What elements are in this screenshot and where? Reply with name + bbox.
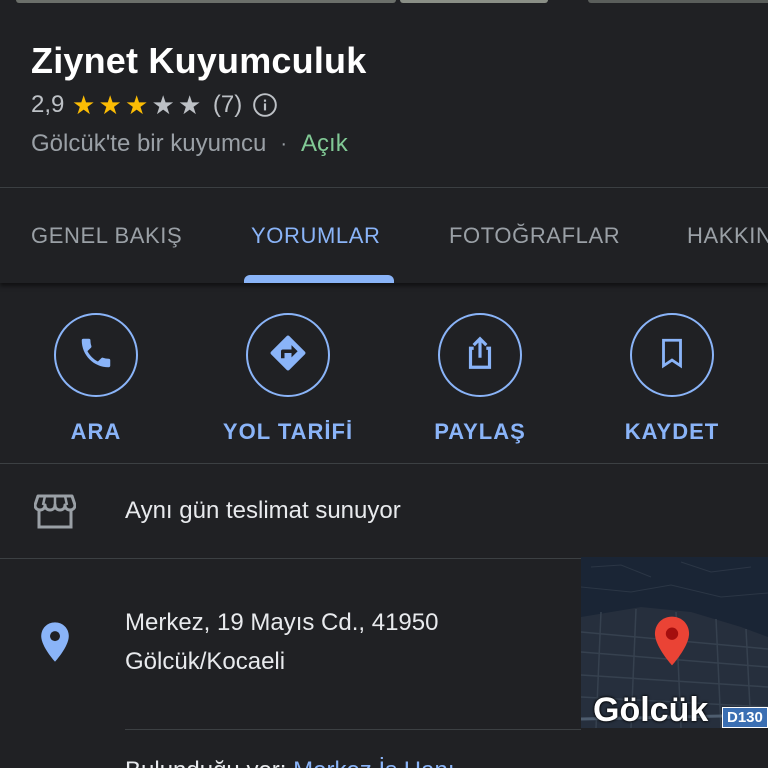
tab-about[interactable]: HAKKINDA [687, 189, 768, 283]
call-button-circle[interactable] [54, 313, 138, 397]
directions-icon [267, 332, 309, 379]
map-city-label: Gölcük [593, 691, 709, 728]
info-icon[interactable] [252, 92, 278, 118]
directions-button-label: YOL TARİFİ [222, 419, 354, 444]
divider [125, 729, 581, 730]
call-button-label: ARA [70, 419, 122, 444]
star-rating: ★ ★ ★ ★ ★ [70, 92, 203, 118]
storefront-icon [33, 492, 77, 530]
divider [0, 187, 768, 188]
separator-dot: · [280, 132, 288, 155]
star-empty-icon: ★ [177, 90, 202, 120]
place-category: Gölcük'te bir kuyumcu [31, 130, 267, 157]
bookmark-icon [655, 336, 689, 375]
delivery-row[interactable]: Aynı gün teslimat sunuyor [0, 464, 768, 558]
address-line2: Gölcük/Kocaeli [125, 648, 286, 675]
share-icon [461, 334, 499, 377]
action-buttons: ARA YOL TARİFİ PAYLAŞ KAYDET [0, 283, 768, 463]
directions-button-circle[interactable] [246, 313, 330, 397]
share-button-label: PAYLAŞ [434, 419, 526, 444]
star-filled-icon: ★ [124, 90, 149, 120]
star-empty-icon: ★ [151, 90, 175, 120]
rating-score: 2,9 [31, 91, 65, 118]
place-header: Ziynet Kuyumculuk 2,9 ★ ★ ★ ★ ★ (7) Gölcük't… [0, 0, 768, 188]
address-line1: Merkez, 19 Mayıs Cd., 41950 [125, 609, 439, 636]
open-status: Açık [301, 130, 348, 157]
phone-icon [77, 334, 115, 377]
located-in-link[interactable]: Merkez İş Hanı [293, 757, 454, 768]
save-button-label: KAYDET [624, 419, 720, 444]
call-button[interactable]: ARA [0, 313, 192, 445]
tab-overview[interactable]: GENEL BAKIŞ [31, 189, 182, 283]
save-button-circle[interactable] [630, 313, 714, 397]
tab-bar: GENEL BAKIŞ YORUMLAR FOTOĞRAFLAR HAKKIND… [0, 189, 768, 283]
star-filled-icon: ★ [71, 90, 96, 120]
map-thumbnail[interactable]: Gölcük D130 [581, 557, 768, 728]
save-button[interactable]: KAYDET [576, 313, 768, 445]
share-button[interactable]: PAYLAŞ [384, 313, 576, 445]
place-title: Ziynet Kuyumculuk [31, 40, 367, 81]
review-count[interactable]: (7) [213, 91, 242, 119]
delivery-text: Aynı gün teslimat sunuyor [125, 497, 401, 524]
star-filled-icon: ★ [98, 90, 122, 120]
location-pin-icon [39, 621, 71, 663]
share-button-circle[interactable] [438, 313, 522, 397]
located-in-row[interactable]: Bulunduğu yer: Merkez İş Hanı [125, 757, 455, 768]
rating-row[interactable]: 2,9 ★ ★ ★ ★ ★ (7) [31, 90, 278, 120]
subtitle-row: Gölcük'te bir kuyumcu · Açık [31, 130, 348, 158]
located-in-prefix: Bulunduğu yer: [125, 757, 293, 768]
map-road-label: D130 [722, 707, 768, 728]
active-tab-indicator [244, 275, 394, 283]
tab-reviews[interactable]: YORUMLAR [251, 189, 381, 283]
tab-photos[interactable]: FOTOĞRAFLAR [449, 189, 620, 283]
directions-button[interactable]: YOL TARİFİ [192, 313, 384, 445]
